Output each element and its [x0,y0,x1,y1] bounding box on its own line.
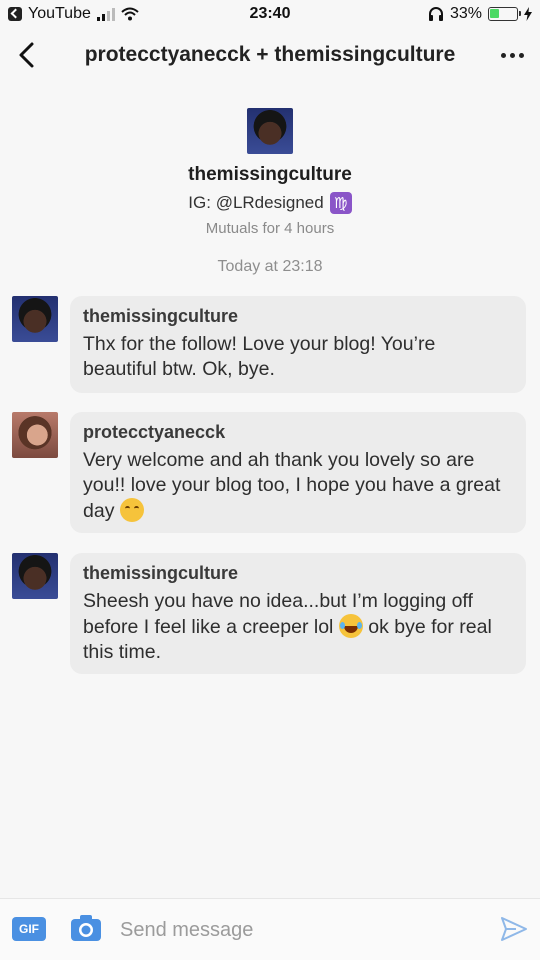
back-to-app-icon[interactable] [8,7,22,21]
back-to-app-label[interactable]: YouTube [28,5,91,23]
relieved-face-emoji-icon [119,498,144,522]
conversation-title: protecctyanecck + themissingculture [84,43,456,66]
back-button[interactable] [14,40,44,70]
battery-icon [488,7,521,21]
message-bubble[interactable]: themissingculture Sheesh you have no ide… [70,553,526,674]
avatar[interactable] [12,296,58,342]
camera-icon[interactable] [70,914,102,942]
more-options-icon[interactable] [496,42,528,68]
recipient-bio-text: IG: @LRdesigned [188,193,324,212]
recipient-profile: themissingculture IG: @LRdesigned ♍ Mutu… [0,108,540,237]
charging-bolt-icon [524,7,532,21]
status-time: 23:40 [249,5,291,22]
message-author: themissingculture [83,306,239,326]
conversation-header: protecctyanecck + themissingculture [0,30,540,80]
gif-button[interactable]: GIF [12,917,46,941]
message-text: Thx for the follow! Love your blog! You’… [83,333,436,380]
message-text: Very welcome and ah thank you lovely so … [83,448,514,524]
message-author: themissingculture [83,563,239,583]
mutuals-duration: Mutuals for 4 hours [205,220,335,237]
tears-of-joy-emoji-icon [338,614,363,638]
cellular-signal-icon [96,7,115,21]
recipient-bio: IG: @LRdesigned ♍ [0,192,540,214]
message-text: Sheesh you have no idea...but I’m loggin… [83,589,514,665]
date-separator: Today at 23:18 [217,258,323,275]
headphones-icon [428,7,443,21]
recipient-name[interactable]: themissingculture [0,164,540,186]
battery-percent: 33% [449,5,482,22]
message-bubble[interactable]: protecctyanecck Very welcome and ah than… [70,412,526,533]
message-text-content: Very welcome and ah thank you lovely so … [83,449,501,522]
status-bar: YouTube 23:40 33% [0,0,540,28]
send-message-input[interactable] [120,915,460,945]
message-author: protecctyanecck [83,422,226,442]
send-icon[interactable] [500,915,528,943]
virgo-icon: ♍ [329,192,352,214]
message-composer: GIF [0,898,540,960]
avatar[interactable] [12,553,58,599]
recipient-avatar[interactable] [247,108,293,154]
status-right: 33% [428,5,532,23]
wifi-icon [121,7,139,21]
avatar[interactable] [12,412,58,458]
message-bubble[interactable]: themissingculture Thx for the follow! Lo… [70,296,526,393]
status-left: YouTube [8,5,139,23]
